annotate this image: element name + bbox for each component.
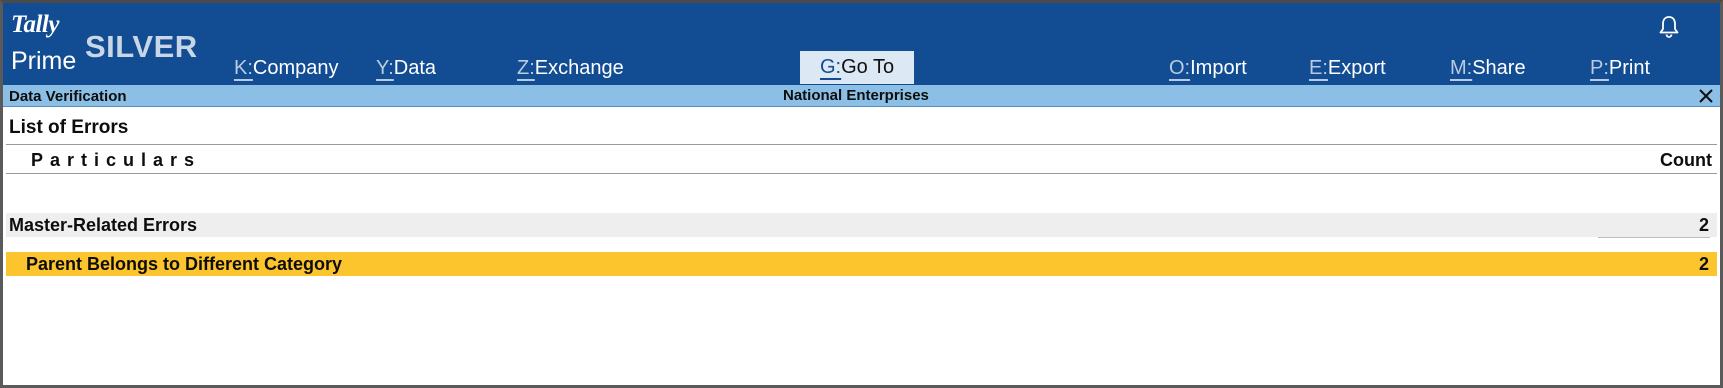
menu-key: G: bbox=[820, 56, 842, 78]
menu-label: Data bbox=[393, 56, 437, 79]
menu-import[interactable]: O: Import bbox=[1169, 53, 1247, 83]
row-count: 2 bbox=[1698, 214, 1709, 235]
menu-label: Exchange bbox=[534, 56, 624, 79]
app-window: Tally Prime SILVER K: Company Y: Data Z: Ex… bbox=[0, 0, 1723, 388]
company-name: National Enterprises bbox=[783, 87, 929, 104]
logo-prime: Prime bbox=[11, 47, 77, 75]
close-icon[interactable] bbox=[1696, 86, 1716, 106]
top-menu-bar: Tally Prime SILVER K: Company Y: Data Z: Ex… bbox=[3, 3, 1720, 85]
menu-label: Print bbox=[1608, 56, 1651, 79]
menu-key: Z: bbox=[517, 56, 535, 79]
table-row-selected[interactable]: Parent Belongs to Different Category 2 bbox=[6, 252, 1717, 276]
screen-title: Data Verification bbox=[9, 88, 127, 105]
subtotal-rule bbox=[1598, 237, 1710, 238]
menu-key: Y: bbox=[376, 56, 394, 79]
menu-share[interactable]: M: Share bbox=[1450, 53, 1526, 83]
row-label: Master-Related Errors bbox=[9, 214, 198, 235]
menu-key: P: bbox=[1590, 56, 1609, 79]
menu-goto[interactable]: G: Go To bbox=[800, 51, 915, 84]
menu-company[interactable]: K: Company bbox=[234, 53, 339, 83]
row-label: Parent Belongs to Different Category bbox=[26, 253, 343, 274]
menu-key: K: bbox=[234, 56, 253, 79]
row-count: 2 bbox=[1698, 253, 1709, 274]
menu-label: Share bbox=[1472, 56, 1526, 79]
menu-export[interactable]: E: Export bbox=[1309, 53, 1386, 83]
logo-tally: Tally bbox=[11, 11, 59, 38]
menu-key: M: bbox=[1450, 56, 1473, 79]
menu-label: Export bbox=[1327, 56, 1386, 79]
header-rule-top bbox=[6, 144, 1717, 145]
menu-key: O: bbox=[1169, 56, 1191, 79]
bell-icon[interactable] bbox=[1658, 15, 1680, 39]
menu-key: E: bbox=[1309, 56, 1328, 79]
context-bar: Data Verification National Enterprises bbox=[3, 85, 1720, 107]
table-row-group[interactable]: Master-Related Errors 2 bbox=[6, 213, 1717, 237]
edition-label: SILVER bbox=[85, 29, 198, 64]
menu-data[interactable]: Y: Data bbox=[376, 53, 436, 83]
header-rule-bottom bbox=[6, 173, 1717, 174]
menu-exchange[interactable]: Z: Exchange bbox=[517, 53, 624, 83]
report-title: List of Errors bbox=[9, 117, 129, 138]
menu-print[interactable]: P: Print bbox=[1590, 53, 1650, 83]
column-header-count: Count bbox=[1660, 150, 1712, 170]
column-header-particulars: Particulars bbox=[31, 150, 202, 170]
menu-label: Go To bbox=[841, 56, 895, 78]
menu-label: Import bbox=[1190, 56, 1247, 79]
menu-label: Company bbox=[252, 56, 339, 79]
